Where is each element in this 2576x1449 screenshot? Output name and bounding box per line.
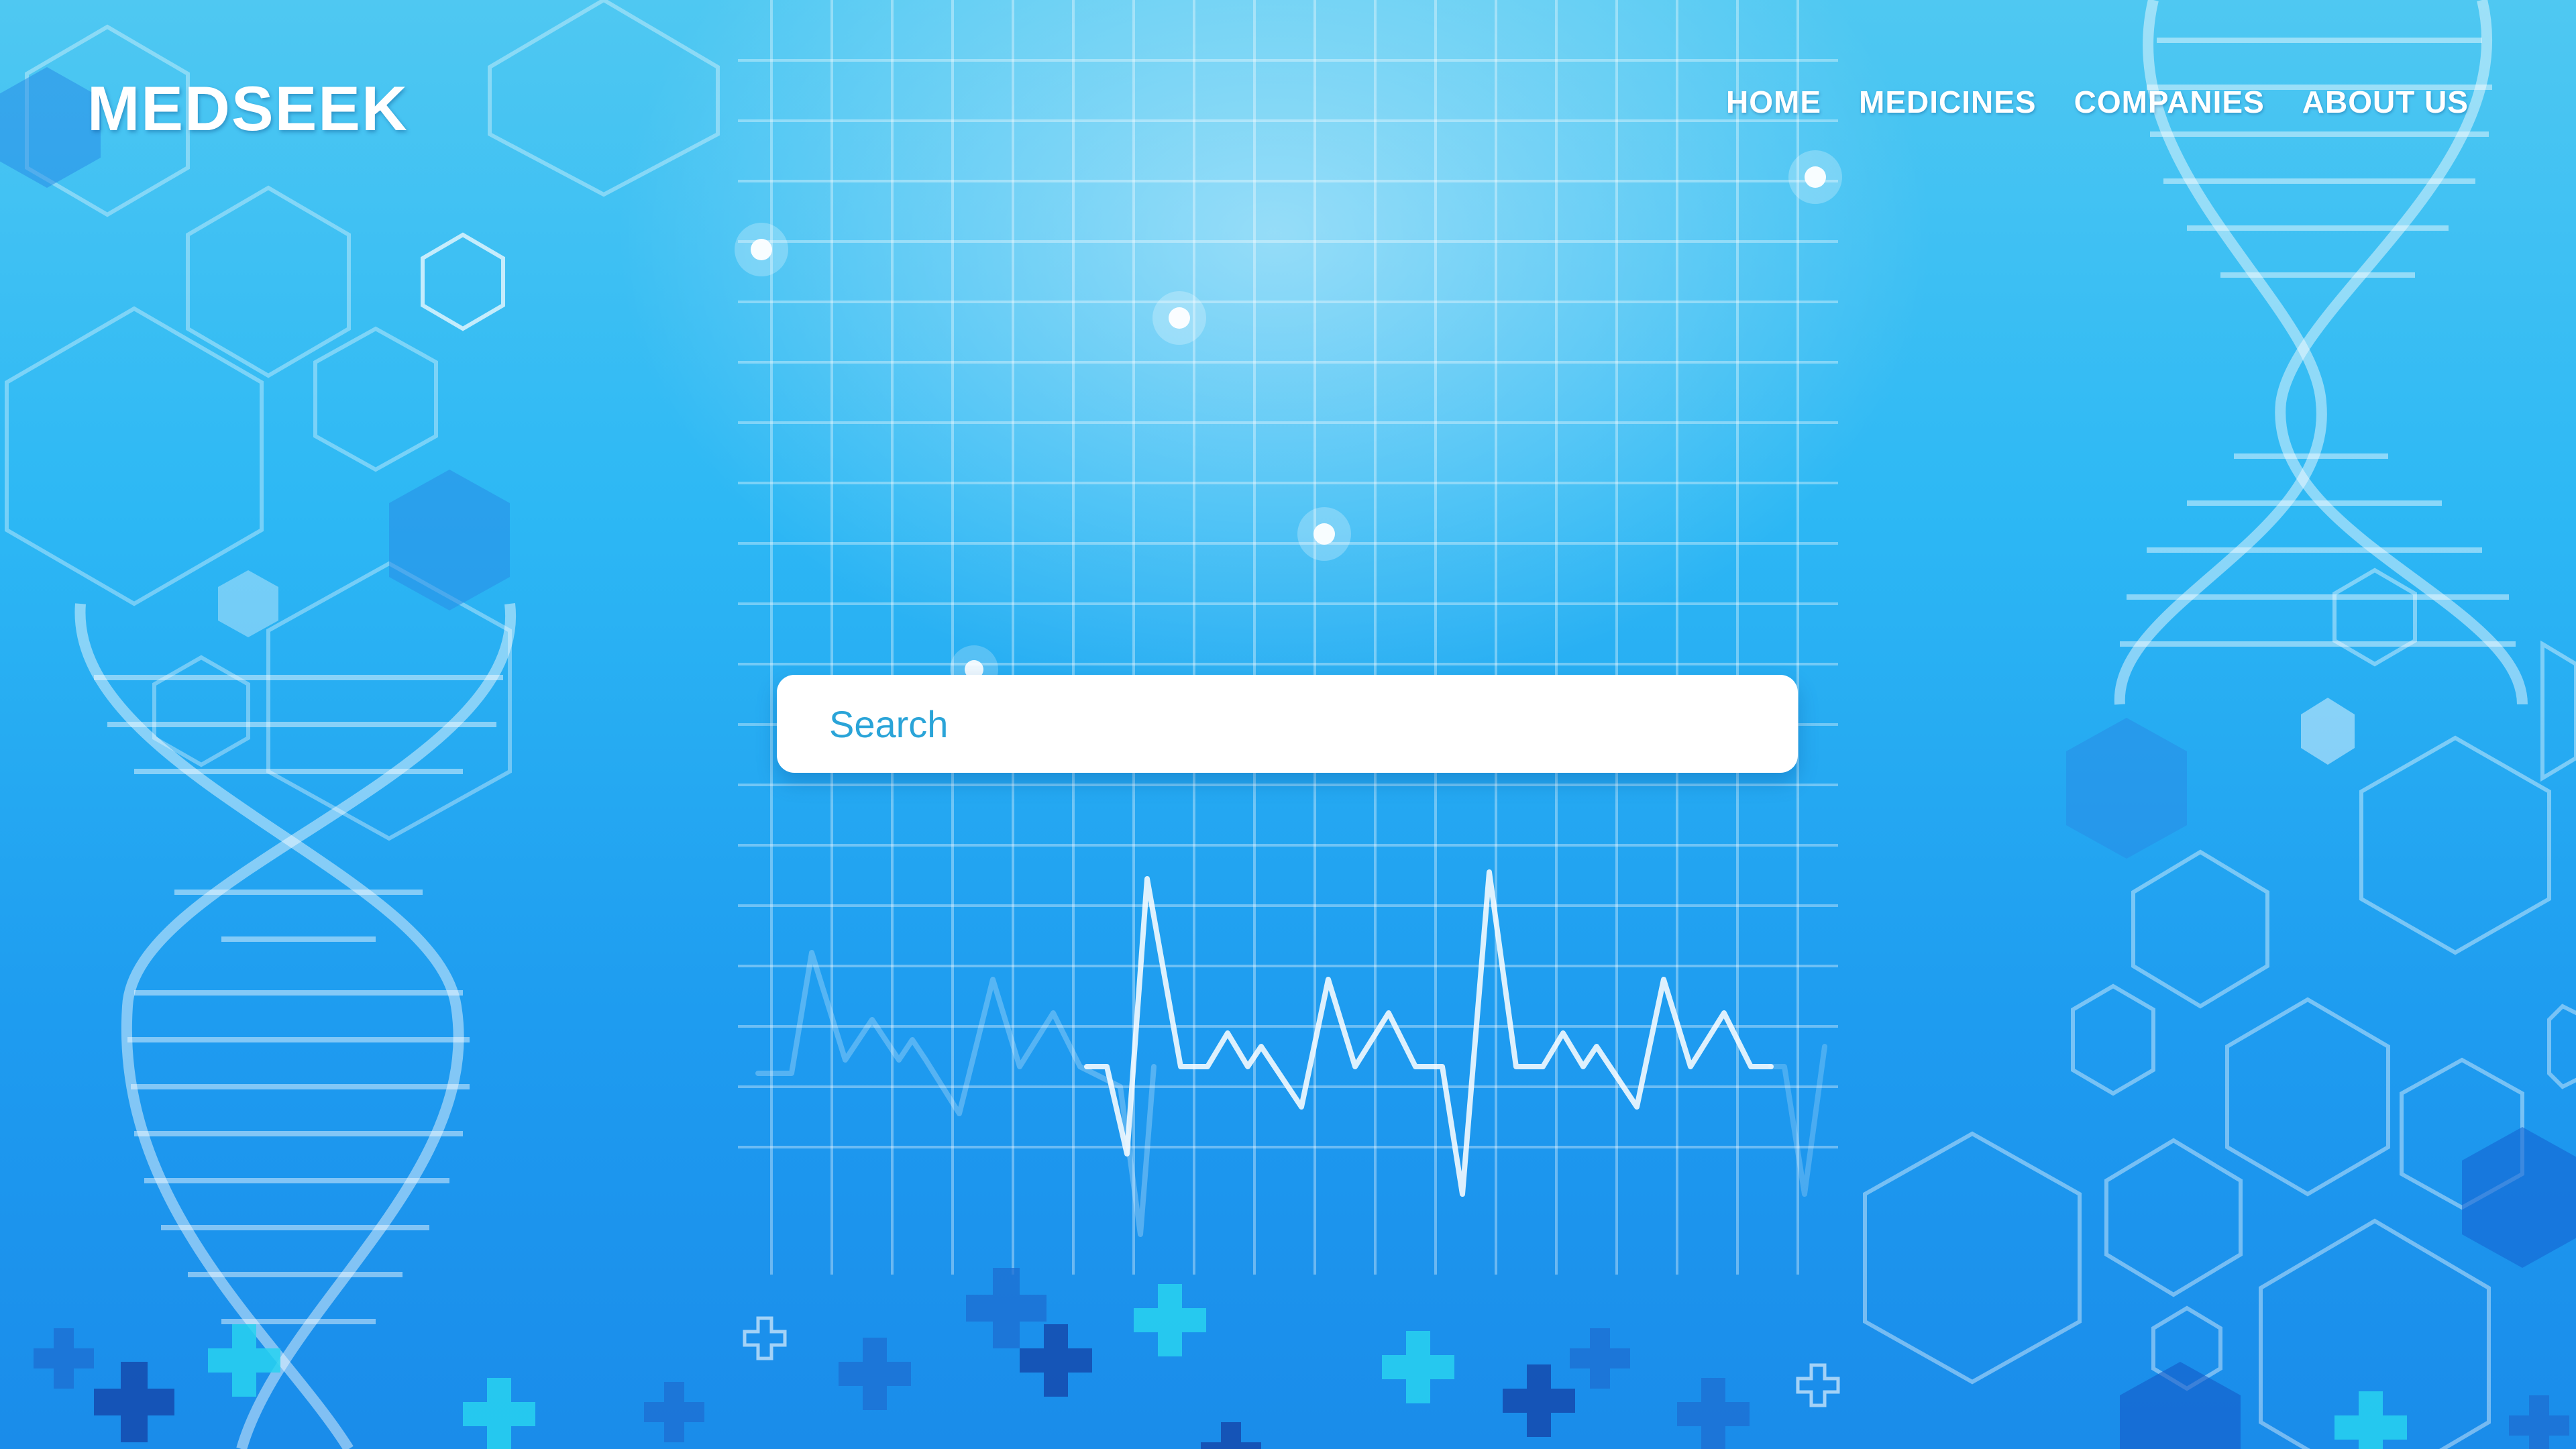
nav-item-medicines[interactable]: MEDICINES <box>1859 84 2037 120</box>
search-box <box>777 675 1798 773</box>
site-logo[interactable]: MEDSEEK <box>87 72 409 145</box>
dna-helix-left <box>74 603 517 1449</box>
search-input[interactable] <box>777 675 1798 773</box>
nav-item-companies[interactable]: COMPANIES <box>2074 84 2265 120</box>
nav-item-home[interactable]: HOME <box>1726 84 1821 120</box>
hexagons-left-filled <box>0 67 510 637</box>
main-navigation: HOME MEDICINES COMPANIES ABOUT US <box>1688 84 2469 120</box>
nav-item-about-us[interactable]: ABOUT US <box>2302 84 2469 120</box>
heartbeat-line <box>755 869 1827 1237</box>
hexagons-right <box>1863 568 2576 1449</box>
hexagons-right-filled <box>2066 698 2576 1449</box>
